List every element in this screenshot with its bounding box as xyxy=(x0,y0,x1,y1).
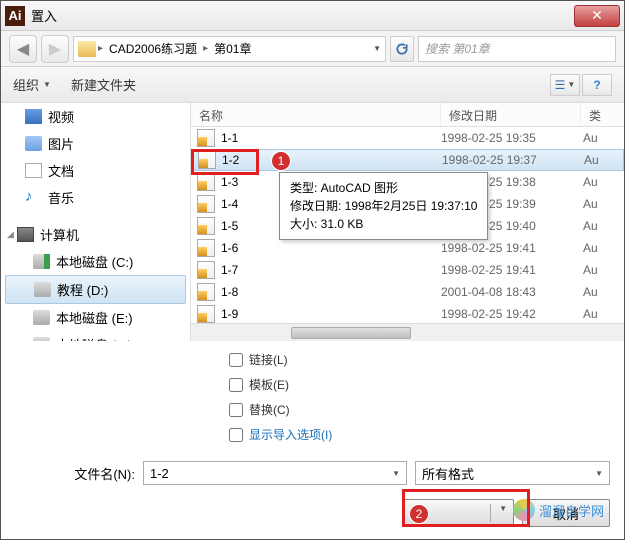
view-icon: ☰ xyxy=(555,78,566,92)
cancel-button[interactable]: 取消 xyxy=(522,499,610,527)
path-seg-2[interactable]: 第01章 xyxy=(210,40,255,57)
refresh-icon xyxy=(395,42,409,56)
search-input[interactable]: 搜索 第01章 xyxy=(418,36,616,62)
file-row[interactable]: 1-61998-02-25 19:41Au xyxy=(191,237,624,259)
checkbox-input[interactable] xyxy=(229,378,243,392)
file-icon xyxy=(197,217,215,235)
file-icon xyxy=(197,173,215,191)
search-placeholder: 搜索 第01章 xyxy=(425,40,490,57)
button-row: 溜溜自学网 2 置 ▼ 取消 xyxy=(1,493,624,539)
scrollbar-thumb[interactable] xyxy=(291,327,411,339)
view-button[interactable]: ☰▼ xyxy=(550,74,580,96)
organize-menu[interactable]: 组织 ▼ xyxy=(13,75,51,94)
path-dropdown-icon[interactable]: ▼ xyxy=(373,44,381,53)
folder-icon xyxy=(78,41,96,57)
sidebar-item-video[interactable]: 视频 xyxy=(1,103,190,130)
sidebar[interactable]: 视频 图片 文档 ♪音乐 ◢计算机 本地磁盘 (C:) 教程 (D:) 本地磁盘… xyxy=(1,103,191,341)
file-icon xyxy=(197,261,215,279)
file-icon xyxy=(197,195,215,213)
filename-input[interactable]: 1-2 ▼ xyxy=(143,461,407,485)
pictures-icon xyxy=(25,136,42,151)
file-row-selected[interactable]: 1-21998-02-25 19:37Au xyxy=(191,149,624,171)
chevron-down-icon: ▼ xyxy=(43,80,51,89)
disk-icon xyxy=(33,254,50,269)
sidebar-item-drive-f[interactable]: 本地磁盘 (F:) xyxy=(1,331,190,341)
address-bar: ◀ ▶ ▸ CAD2006练习题 ▸ 第01章 ▼ 搜索 第01章 xyxy=(1,31,624,67)
file-icon xyxy=(197,239,215,257)
sidebar-item-drive-c[interactable]: 本地磁盘 (C:) xyxy=(1,248,190,275)
computer-icon xyxy=(17,227,34,242)
checkbox-replace[interactable]: 替换(C) xyxy=(229,397,624,422)
file-row[interactable]: 1-71998-02-25 19:41Au xyxy=(191,259,624,281)
chevron-down-icon: ▼ xyxy=(490,504,507,522)
file-tooltip: 类型: AutoCAD 图形 修改日期: 1998年2月25日 19:37:10… xyxy=(279,172,488,240)
file-header: 名称 修改日期 类 xyxy=(191,103,624,127)
file-icon xyxy=(197,305,215,323)
disk-icon xyxy=(33,337,50,341)
sidebar-item-drive-e[interactable]: 本地磁盘 (E:) xyxy=(1,304,190,331)
horizontal-scrollbar[interactable] xyxy=(191,323,624,341)
column-name[interactable]: 名称 xyxy=(191,103,441,126)
column-date[interactable]: 修改日期 xyxy=(441,103,581,126)
help-icon: ? xyxy=(593,78,600,92)
sidebar-item-documents[interactable]: 文档 xyxy=(1,157,190,184)
close-icon: ✕ xyxy=(591,7,603,24)
app-icon: Ai xyxy=(5,6,25,26)
chevron-down-icon: ▼ xyxy=(595,469,603,478)
chevron-right-icon: ▸ xyxy=(203,43,208,54)
file-row[interactable]: 1-91998-02-25 19:42Au xyxy=(191,303,624,323)
filename-label: 文件名(N): xyxy=(15,464,135,483)
checkbox-link[interactable]: 链接(L) xyxy=(229,347,624,372)
file-icon xyxy=(197,283,215,301)
checkbox-input[interactable] xyxy=(229,403,243,417)
new-folder-button[interactable]: 新建文件夹 xyxy=(71,75,136,94)
dialog-window: Ai 置入 ✕ ◀ ▶ ▸ CAD2006练习题 ▸ 第01章 ▼ 搜索 第01… xyxy=(0,0,625,540)
filetype-select[interactable]: 所有格式 ▼ xyxy=(415,461,610,485)
sidebar-item-pictures[interactable]: 图片 xyxy=(1,130,190,157)
music-icon: ♪ xyxy=(25,190,42,205)
video-icon xyxy=(25,109,42,124)
cancel-button-label: 取消 xyxy=(553,504,579,523)
checkbox-template[interactable]: 模板(E) xyxy=(229,372,624,397)
path-box[interactable]: ▸ CAD2006练习题 ▸ 第01章 ▼ xyxy=(73,36,386,62)
checkbox-show-import[interactable]: 显示导入选项(I) xyxy=(229,422,624,447)
sidebar-item-music[interactable]: ♪音乐 xyxy=(1,184,190,211)
column-type[interactable]: 类 xyxy=(581,103,624,126)
filename-row: 文件名(N): 1-2 ▼ 所有格式 ▼ xyxy=(1,453,624,493)
place-button[interactable]: 2 置 ▼ xyxy=(402,499,514,527)
forward-button[interactable]: ▶ xyxy=(41,35,69,63)
help-button[interactable]: ? xyxy=(582,74,612,96)
titlebar: Ai 置入 ✕ xyxy=(1,1,624,31)
expand-icon[interactable]: ◢ xyxy=(7,229,14,240)
close-button[interactable]: ✕ xyxy=(574,5,620,27)
annotation-badge-1: 1 xyxy=(271,151,291,171)
disk-icon xyxy=(33,310,50,325)
checkbox-input[interactable] xyxy=(229,428,243,442)
path-seg-1[interactable]: CAD2006练习题 xyxy=(105,40,201,57)
refresh-button[interactable] xyxy=(390,36,414,62)
chevron-right-icon: ▸ xyxy=(98,43,103,54)
file-icon xyxy=(197,129,215,147)
toolbar: 组织 ▼ 新建文件夹 ☰▼ ? xyxy=(1,67,624,103)
options-area: 链接(L) 模板(E) 替换(C) 显示导入选项(I) xyxy=(1,341,624,453)
document-icon xyxy=(25,163,42,178)
checkbox-input[interactable] xyxy=(229,353,243,367)
annotation-badge-2: 2 xyxy=(409,504,429,524)
sidebar-item-drive-d[interactable]: 教程 (D:) xyxy=(5,275,186,304)
back-button[interactable]: ◀ xyxy=(9,35,37,63)
chevron-down-icon: ▼ xyxy=(392,469,400,478)
sidebar-item-computer[interactable]: ◢计算机 xyxy=(1,221,190,248)
dialog-title: 置入 xyxy=(31,6,574,25)
file-icon xyxy=(198,151,216,169)
disk-icon xyxy=(34,282,51,297)
file-row[interactable]: 1-11998-02-25 19:35Au xyxy=(191,127,624,149)
file-row[interactable]: 1-82001-04-08 18:43Au xyxy=(191,281,624,303)
